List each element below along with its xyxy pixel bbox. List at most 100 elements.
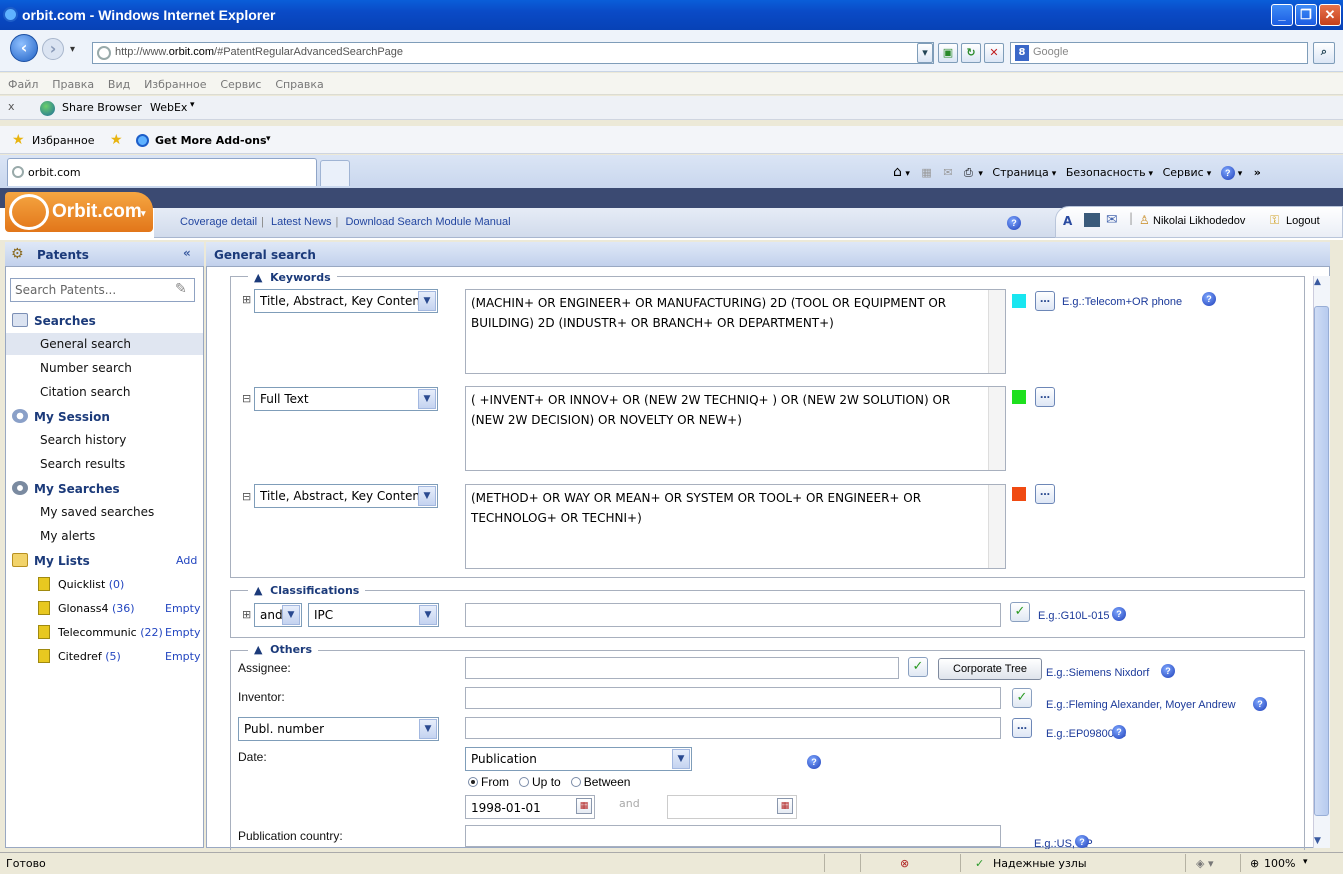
security-menu[interactable]: Безопасность [1066,166,1146,179]
keywords-legend[interactable]: ▲ Keywords [248,271,337,284]
mail-envelope-icon[interactable]: ✉ [1106,212,1118,228]
menu-help[interactable]: Справка [275,78,323,91]
page-menu[interactable]: Страница [992,166,1048,179]
webex-button[interactable]: WebEx [150,101,187,114]
keywords-help-icon[interactable]: ? [1202,292,1216,306]
country-input[interactable] [465,825,1001,847]
latest-news-link[interactable]: Latest News [271,216,332,228]
home-icon[interactable]: ⌂ [893,164,902,180]
scroll-down-icon[interactable]: ▼ [1314,836,1321,846]
highlight-color-swatch[interactable] [1012,294,1026,308]
expand-icon[interactable]: ⊞ [242,293,251,306]
empty-list-link[interactable]: Empty [165,650,200,663]
radio-upto[interactable]: Up to [519,775,561,789]
validate-check-icon[interactable]: ✓ [908,657,928,677]
download-manual-link[interactable]: Download Search Module Manual [345,216,510,228]
highlight-color-swatch[interactable] [1012,390,1026,404]
menu-view[interactable]: Вид [108,78,130,91]
operator-select[interactable]: and ▼ [254,603,302,627]
corporate-tree-button[interactable]: Corporate Tree [938,658,1042,680]
radio-between[interactable]: Between [570,775,630,789]
history-dropdown-icon[interactable]: ▾ [70,44,75,55]
more-options-button[interactable]: … [1035,291,1055,311]
privacy-icon[interactable]: ⊗ [900,857,909,870]
sidebar-item-search-history[interactable]: Search history [40,433,126,447]
forward-arrow-icon[interactable]: › [42,38,64,60]
address-dropdown-icon[interactable]: ▾ [917,43,933,63]
menu-edit[interactable]: Правка [52,78,94,91]
list-item-citedref[interactable]: Citedref (5) [58,650,121,663]
print-icon[interactable]: ⎙ [964,166,973,179]
menu-favorites[interactable]: Избранное [144,78,206,91]
menu-tools[interactable]: Сервис [220,78,261,91]
list-item-telecommunic[interactable]: Telecommunic (22) [58,626,163,639]
list-item-quicklist[interactable]: Quicklist (0) [58,578,124,591]
scroll-up-icon[interactable]: ▲ [1314,277,1321,287]
validate-check-icon[interactable]: ✓ [1012,688,1032,708]
add-favorite-icon[interactable]: ★ [110,132,123,148]
group-my-searches[interactable]: My Searches [12,481,120,496]
inventor-input[interactable] [465,687,1001,709]
inventor-help-icon[interactable]: ? [1253,697,1267,711]
validate-check-icon[interactable]: ✓ [1010,602,1030,622]
collapse-icon[interactable]: ⊟ [242,490,251,503]
orbit-help-icon[interactable]: ? [1007,216,1021,230]
empty-list-link[interactable]: Empty [165,626,200,639]
publ-help-icon[interactable]: ? [1112,725,1126,739]
sidebar-item-citation-search[interactable]: Citation search [40,385,130,399]
get-addons-button[interactable]: Get More Add-ons [155,134,267,147]
group-my-session[interactable]: My Session [12,409,110,424]
compatibility-icon[interactable]: ▣ [938,43,958,63]
zoom-dropdown-icon[interactable]: ▾ [1303,857,1308,867]
menu-file[interactable]: Файл [8,78,38,91]
webex-dropdown-icon[interactable]: ▾ [190,100,195,110]
zoom-level[interactable]: 100% [1264,857,1295,870]
country-help-icon[interactable]: ? [1075,835,1089,848]
coverage-detail-link[interactable]: Coverage detail [180,216,257,228]
addons-dropdown-icon[interactable]: ▾ [266,134,271,144]
list-item-glonass4[interactable]: Glonass4 (36) [58,602,135,615]
stop-icon[interactable]: ✕ [984,43,1004,63]
publ-number-input[interactable] [465,717,1001,739]
maximize-button[interactable]: ❐ [1295,4,1317,26]
font-size-icon[interactable]: A [1063,214,1072,228]
pen-icon[interactable]: ✎ [175,281,187,297]
sidebar-item-alerts[interactable]: My alerts [40,529,95,543]
orbit-logo[interactable]: Orbit.com ▾ [5,192,153,232]
logout-link[interactable]: Logout [1286,215,1320,227]
query-textarea[interactable]: ( +INVENT+ OR INNOV+ OR (NEW 2W TECHNIQ+… [465,386,1006,471]
date-help-icon[interactable]: ? [807,755,821,769]
user-name[interactable]: Nikolai Likhodedov [1153,215,1245,227]
radio-from[interactable]: From [468,775,509,789]
search-icon[interactable]: ⌕ [1313,42,1335,64]
calendar-icon[interactable]: ▦ [576,798,592,814]
screen-icon[interactable] [1084,213,1100,227]
classification-input[interactable] [465,603,1001,627]
query-textarea[interactable]: (MACHIN+ OR ENGINEER+ OR MANUFACTURING) … [465,289,1006,374]
chevron-right-icon[interactable]: » [1254,166,1261,179]
sidebar-item-search-results[interactable]: Search results [40,457,125,471]
feeds-icon[interactable]: ▦ [921,166,931,179]
group-searches[interactable]: Searches [12,313,96,328]
more-options-button[interactable]: … [1035,387,1055,407]
toolbar-close-icon[interactable]: x [8,100,15,113]
new-tab-button[interactable] [320,160,350,186]
protected-mode-icon[interactable]: ◈ ▾ [1196,857,1213,870]
address-bar[interactable]: http://www.orbit.com/#PatentRegularAdvan… [92,42,934,64]
date-type-select[interactable]: Publication ▼ [465,747,692,771]
field-select[interactable]: Title, Abstract, Key Content ▼ [254,289,438,313]
collapse-icon[interactable]: « [183,246,191,260]
security-zone-label[interactable]: Надежные узлы [993,857,1087,870]
expand-icon[interactable]: ⊞ [242,608,251,621]
close-button[interactable]: ✕ [1319,4,1341,26]
back-arrow-icon[interactable]: ‹ [10,34,38,62]
tools-menu[interactable]: Сервис [1163,166,1204,179]
add-list-link[interactable]: Add [176,554,197,567]
help-icon[interactable]: ? [1220,166,1235,180]
assignee-help-icon[interactable]: ? [1161,664,1175,678]
others-legend[interactable]: ▲ Others [248,643,318,656]
classification-help-icon[interactable]: ? [1112,607,1126,621]
patent-search-input[interactable]: Search Patents... ✎ [10,278,195,302]
more-options-button[interactable]: … [1012,718,1032,738]
calendar-icon[interactable]: ▦ [777,798,793,814]
